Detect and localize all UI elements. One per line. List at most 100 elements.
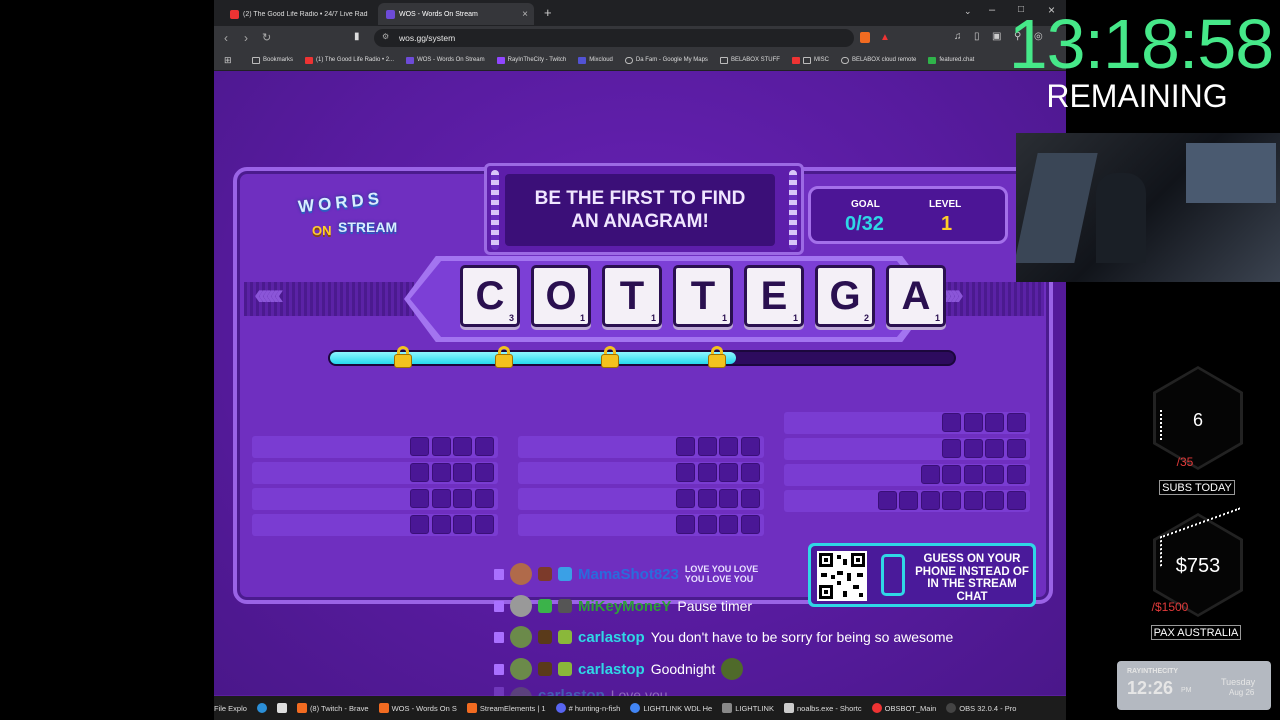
avatar: [510, 658, 532, 680]
qr-instruction-text: GUESS ON YOUR PHONE INSTEAD OF IN THE ST…: [915, 553, 1029, 603]
minimize-icon[interactable]: –: [989, 4, 995, 16]
tab-wos[interactable]: WOS - Words On Stream ×: [378, 3, 534, 25]
tab-search-icon[interactable]: ⌄: [964, 6, 972, 17]
brave-rewards-icon[interactable]: ▲: [880, 32, 890, 43]
letter-slot: [985, 439, 1004, 458]
tab-bar: (2) The Good Life Radio • 24/7 Live Radi…: [214, 0, 1066, 26]
person-shape: [1096, 173, 1146, 263]
chat-icon: [928, 56, 937, 64]
close-tab-icon[interactable]: ×: [522, 9, 528, 20]
phone-icon: [881, 554, 905, 596]
donation-amount: $753: [1175, 555, 1221, 577]
wallet-icon[interactable]: ▣: [992, 31, 1001, 42]
bookmark-label: RayInTheCity - Twitch: [507, 57, 567, 63]
taskbar-label: (8) Twitch - Brave: [309, 703, 369, 713]
level-value: 1: [941, 213, 953, 235]
subs-progress-marker: [1160, 410, 1166, 440]
taskbar-item[interactable]: OBS 32.0.4 - Pro: [946, 703, 1016, 713]
taskbar-item[interactable]: OBSBOT_Main: [871, 703, 936, 713]
banner-lights-left: [491, 170, 499, 250]
taskbar-item[interactable]: LIGHTLINK: [722, 703, 774, 713]
letter-slot: [963, 413, 983, 432]
logo-on: ON: [312, 223, 332, 238]
folder-icon: [719, 56, 728, 64]
chat-username: carlastop: [578, 628, 645, 646]
taskbar: File Explo (8) Twitch - Brave WOS - Word…: [214, 696, 1066, 720]
taskbar-label: LIGHTLINK WDL He: [643, 703, 713, 713]
tile-points: 1: [934, 313, 940, 323]
letter-slot: [453, 437, 472, 456]
taskbar-notepad[interactable]: [276, 703, 287, 713]
pax-australia-label: PAX AUSTRALIA: [1151, 625, 1241, 640]
subs-today-label: SUBS TODAY: [1159, 480, 1235, 495]
forward-icon[interactable]: ›: [244, 31, 248, 45]
twitch-icon: [494, 631, 504, 643]
irl-badge-icon: [558, 662, 572, 676]
twitch-icon: [496, 56, 505, 64]
letter-slot: [1006, 491, 1026, 510]
brave-shield-icon[interactable]: [860, 32, 870, 43]
bookmark-item[interactable]: (1) The Good Life Radio • 2...: [305, 56, 395, 64]
apps-grid-icon[interactable]: ⊞: [224, 55, 232, 66]
emote-icon: [721, 658, 744, 680]
taskbar-edge[interactable]: [256, 703, 267, 713]
avatar: [510, 563, 532, 585]
monitor-shape: [1016, 153, 1098, 263]
bookmark-label: (1) The Good Life Radio • 2...: [316, 57, 395, 63]
logo-words: WORDS: [297, 188, 384, 217]
bookmark-folder[interactable]: MISC: [791, 56, 829, 64]
clock-day: Tuesday: [1221, 677, 1256, 687]
taskbar-item[interactable]: WOS - Words On S: [378, 703, 457, 713]
taskbar-item[interactable]: # hunting-n-fish: [555, 703, 620, 713]
letter-slot: [453, 463, 472, 482]
wos-favicon-icon: [406, 56, 415, 64]
chat-text: Pause timer: [677, 598, 753, 614]
taskbar-item[interactable]: (8) Twitch - Brave: [296, 703, 369, 713]
bookmark-folder[interactable]: Bookmarks: [252, 56, 294, 64]
tab-radio[interactable]: (2) The Good Life Radio • 24/7 Live Radi…: [222, 3, 372, 25]
letter-slot: [431, 489, 451, 508]
bookmark-item[interactable]: WOS - Words On Stream: [406, 56, 485, 64]
letter-slot: [963, 465, 983, 484]
reload-icon[interactable]: ↻: [262, 31, 271, 44]
chat-text: You don't have to be sorry for being so …: [650, 629, 954, 645]
back-icon[interactable]: ‹: [224, 31, 228, 45]
bookmarks-bar: ⊞ Bookmarks (1) The Good Life Radio • 2.…: [214, 50, 1066, 71]
bookmark-item[interactable]: featured.chat: [928, 56, 974, 64]
sidebar-icon[interactable]: ▯: [974, 31, 980, 42]
twitch-icon: [494, 568, 504, 580]
taskbar-label: File Explo: [214, 703, 247, 713]
media-icon[interactable]: ♫: [954, 31, 962, 42]
tab-label: (2) The Good Life Radio • 24/7 Live Radi…: [243, 10, 368, 18]
letter-slot: [985, 413, 1004, 432]
letter-slot: [410, 437, 429, 456]
letter-slot: [740, 437, 760, 456]
new-tab-button[interactable]: +: [544, 5, 552, 20]
taskbar-item[interactable]: LIGHTLINK WDL He: [630, 703, 712, 713]
chat-username: carlastop: [578, 660, 645, 678]
bookmark-icon[interactable]: ▮: [354, 31, 360, 42]
taskbar-item[interactable]: StreamElements | 1: [466, 703, 546, 713]
tile-points: 1: [721, 313, 727, 323]
taskbar-item[interactable]: File Explo: [214, 704, 247, 713]
tile-points: 3: [508, 313, 514, 323]
app-icon: [722, 703, 733, 713]
youtube-icon: [791, 56, 800, 64]
bookmark-folder[interactable]: BELABOX STUFF: [719, 56, 780, 64]
site-info-icon[interactable]: ⚙: [382, 32, 389, 41]
taskbar-item[interactable]: noalbs.exe - Shortc: [783, 703, 862, 713]
bookmark-item[interactable]: RayInTheCity - Twitch: [496, 56, 567, 64]
badge-icon: [538, 599, 552, 613]
letter-tile: T1: [602, 265, 662, 327]
address-bar[interactable]: ⚙ wos.gg/system: [374, 29, 854, 47]
tab-label: WOS - Words On Stream: [399, 10, 478, 18]
letter-slot: [474, 489, 494, 508]
instruction-banner: BE THE FIRST TO FIND AN ANAGRAM!: [484, 163, 804, 255]
bookmark-item[interactable]: Da Fam - Google My Maps: [624, 56, 708, 64]
twitch-icon: [494, 663, 504, 675]
bookmark-item[interactable]: Mixcloud: [578, 56, 613, 64]
bookmark-item[interactable]: BELABOX cloud remote: [840, 56, 916, 64]
bookmark-label: Bookmarks: [263, 57, 294, 63]
banner-lights-right: [789, 170, 797, 250]
bookmark-label: Da Fam - Google My Maps: [635, 57, 708, 63]
